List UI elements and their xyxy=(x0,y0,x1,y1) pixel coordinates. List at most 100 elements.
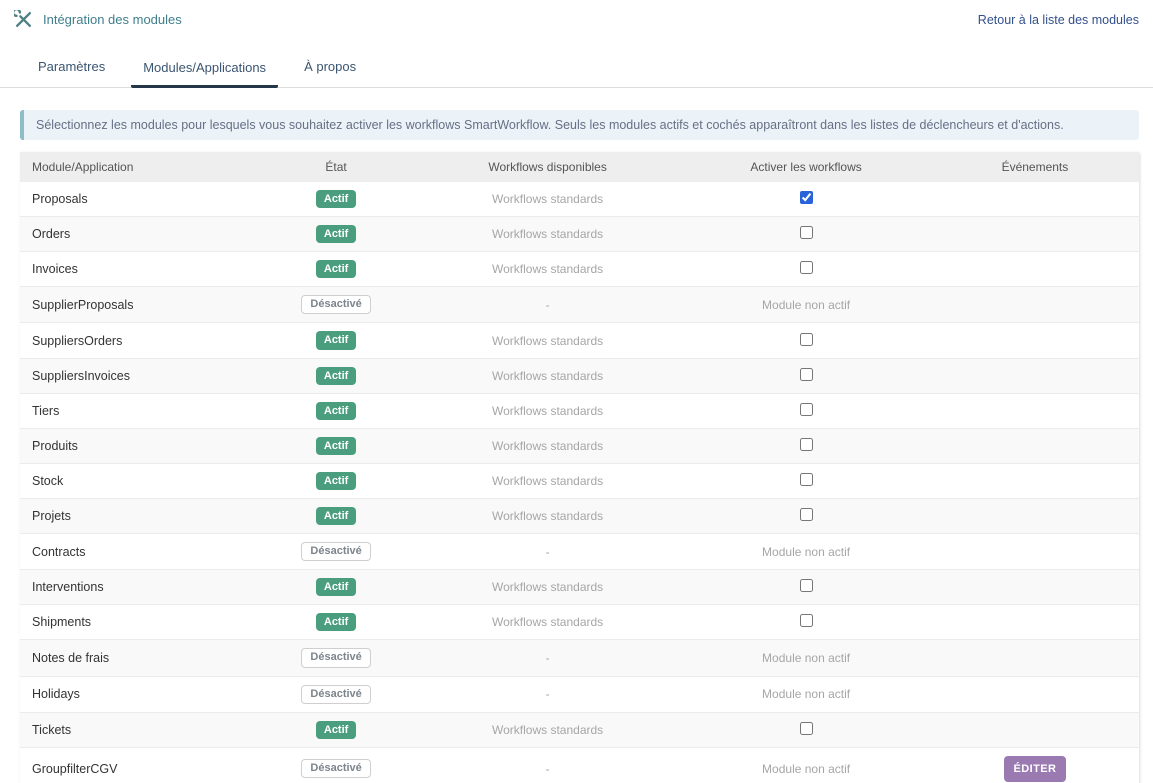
status-badge: Actif xyxy=(316,613,356,631)
workflows-cell: - xyxy=(414,287,681,323)
state-cell: Actif xyxy=(258,393,414,428)
col-header-events: Événements xyxy=(931,152,1139,182)
status-badge: Désactivé xyxy=(301,648,370,667)
status-badge: Actif xyxy=(316,721,356,739)
events-cell xyxy=(931,217,1139,252)
state-cell: Désactivé xyxy=(258,676,414,712)
table-row: SupplierProposals Désactivé - Module non… xyxy=(20,287,1139,323)
events-cell: ÉDITER xyxy=(931,747,1139,783)
activate-workflows-checkbox[interactable] xyxy=(800,191,813,204)
events-cell xyxy=(931,534,1139,570)
activate-cell: Module non actif xyxy=(681,747,931,783)
status-badge: Désactivé xyxy=(301,685,370,704)
status-badge: Actif xyxy=(316,507,356,525)
modules-table: Module/Application État Workflows dispon… xyxy=(20,152,1139,783)
status-badge: Désactivé xyxy=(301,759,370,778)
module-name: Orders xyxy=(20,217,258,252)
activate-cell xyxy=(681,252,931,287)
activate-workflows-checkbox[interactable] xyxy=(800,403,813,416)
tab-modules-applications[interactable]: Modules/Applications xyxy=(131,54,278,88)
modules-table-wrap: Module/Application État Workflows dispon… xyxy=(20,152,1139,783)
activate-workflows-checkbox[interactable] xyxy=(800,473,813,486)
back-to-modules-link[interactable]: Retour à la liste des modules xyxy=(978,13,1139,27)
activate-cell xyxy=(681,217,931,252)
table-row: SuppliersOrders Actif Workflows standard… xyxy=(20,323,1139,358)
events-cell xyxy=(931,393,1139,428)
events-cell xyxy=(931,182,1139,217)
table-row: Orders Actif Workflows standards xyxy=(20,217,1139,252)
activate-workflows-checkbox[interactable] xyxy=(800,722,813,735)
status-badge: Actif xyxy=(316,437,356,455)
status-badge: Désactivé xyxy=(301,542,370,561)
status-badge: Actif xyxy=(316,367,356,385)
state-cell: Désactivé xyxy=(258,534,414,570)
table-row: Tiers Actif Workflows standards xyxy=(20,393,1139,428)
status-badge: Actif xyxy=(316,190,356,208)
activate-cell xyxy=(681,463,931,498)
status-badge: Actif xyxy=(316,225,356,243)
workflows-cell: - xyxy=(414,640,681,676)
activate-cell xyxy=(681,393,931,428)
edit-events-button[interactable]: ÉDITER xyxy=(1004,756,1067,782)
module-name: Contracts xyxy=(20,534,258,570)
module-name: Tickets xyxy=(20,712,258,747)
activate-workflows-checkbox[interactable] xyxy=(800,261,813,274)
workflows-cell: Workflows standards xyxy=(414,393,681,428)
activate-cell xyxy=(681,182,931,217)
module-name: Produits xyxy=(20,428,258,463)
col-header-activate: Activer les workflows xyxy=(681,152,931,182)
table-row: Notes de frais Désactivé - Module non ac… xyxy=(20,640,1139,676)
module-name: Interventions xyxy=(20,570,258,605)
table-header-row: Module/Application État Workflows dispon… xyxy=(20,152,1139,182)
events-cell xyxy=(931,676,1139,712)
status-badge: Désactivé xyxy=(301,295,370,314)
activate-cell: Module non actif xyxy=(681,534,931,570)
table-row: Produits Actif Workflows standards xyxy=(20,428,1139,463)
module-name: SuppliersInvoices xyxy=(20,358,258,393)
table-row: Projets Actif Workflows standards xyxy=(20,498,1139,533)
table-row: SuppliersInvoices Actif Workflows standa… xyxy=(20,358,1139,393)
activate-cell xyxy=(681,570,931,605)
status-badge: Actif xyxy=(316,402,356,420)
tab-parametres[interactable]: Paramètres xyxy=(26,53,117,87)
activate-workflows-checkbox[interactable] xyxy=(800,508,813,521)
events-cell xyxy=(931,605,1139,640)
module-table-body: Proposals Actif Workflows standards Orde… xyxy=(20,182,1139,783)
module-name: Stock xyxy=(20,463,258,498)
page-header: Intégration des modules Retour à la list… xyxy=(0,0,1153,29)
state-cell: Désactivé xyxy=(258,287,414,323)
activate-cell xyxy=(681,712,931,747)
events-cell xyxy=(931,252,1139,287)
activate-workflows-checkbox[interactable] xyxy=(800,438,813,451)
page-title: Intégration des modules xyxy=(43,12,182,27)
workflows-cell: Workflows standards xyxy=(414,463,681,498)
activate-cell: Module non actif xyxy=(681,676,931,712)
info-notice: Sélectionnez les modules pour lesquels v… xyxy=(20,110,1139,140)
workflows-cell: Workflows standards xyxy=(414,498,681,533)
activate-workflows-checkbox[interactable] xyxy=(800,579,813,592)
state-cell: Actif xyxy=(258,570,414,605)
module-name: SuppliersOrders xyxy=(20,323,258,358)
workflows-cell: - xyxy=(414,534,681,570)
activate-cell: Module non actif xyxy=(681,287,931,323)
activate-cell xyxy=(681,358,931,393)
activate-workflows-checkbox[interactable] xyxy=(800,368,813,381)
events-cell xyxy=(931,428,1139,463)
table-row: Interventions Actif Workflows standards xyxy=(20,570,1139,605)
workflows-cell: Workflows standards xyxy=(414,252,681,287)
state-cell: Désactivé xyxy=(258,747,414,783)
col-header-workflows: Workflows disponibles xyxy=(414,152,681,182)
activate-workflows-checkbox[interactable] xyxy=(800,226,813,239)
module-name: Invoices xyxy=(20,252,258,287)
tab-a-propos[interactable]: À propos xyxy=(292,53,368,87)
table-row: Proposals Actif Workflows standards xyxy=(20,182,1139,217)
workflows-cell: Workflows standards xyxy=(414,712,681,747)
activate-workflows-checkbox[interactable] xyxy=(800,333,813,346)
state-cell: Actif xyxy=(258,323,414,358)
workflows-cell: Workflows standards xyxy=(414,323,681,358)
module-name: Shipments xyxy=(20,605,258,640)
module-name: SupplierProposals xyxy=(20,287,258,323)
status-badge: Actif xyxy=(316,331,356,349)
activate-workflows-checkbox[interactable] xyxy=(800,614,813,627)
workflows-cell: - xyxy=(414,747,681,783)
